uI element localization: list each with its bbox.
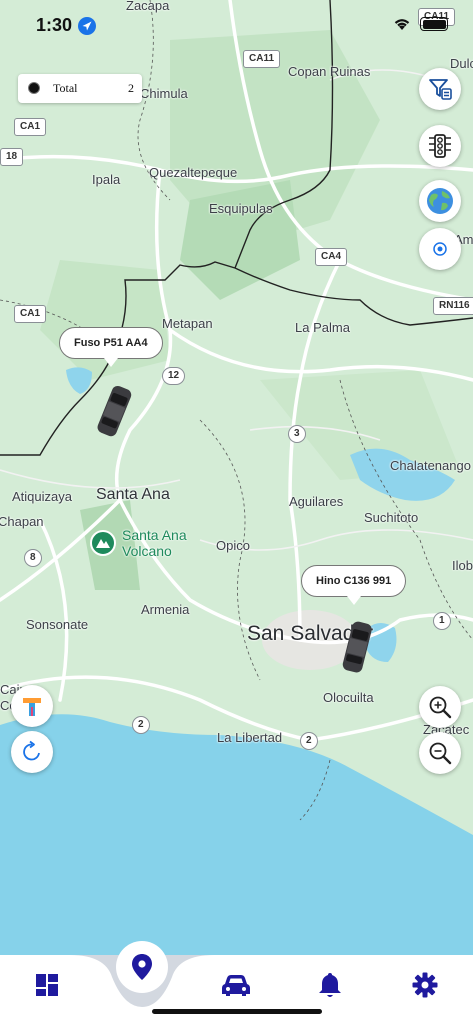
park-pin-icon bbox=[90, 530, 116, 556]
place-label: Dulce bbox=[450, 56, 473, 71]
place-label: Chimula bbox=[140, 86, 188, 101]
locate-button[interactable] bbox=[419, 228, 461, 270]
map-pin-icon bbox=[132, 954, 152, 980]
route-shield: 8 bbox=[24, 549, 42, 567]
callout-pointer bbox=[103, 358, 118, 367]
callout-pointer bbox=[346, 596, 361, 605]
vehicle-marker-car-icon[interactable] bbox=[92, 380, 136, 444]
legend-dot-icon bbox=[28, 82, 40, 94]
nav-tab-alerts[interactable] bbox=[312, 967, 348, 1003]
map-type-button[interactable] bbox=[419, 180, 461, 222]
route-shield: 3 bbox=[288, 425, 306, 443]
vehicle-name: Hino C136 991 bbox=[316, 575, 392, 587]
car-icon bbox=[222, 975, 250, 996]
status-bar: 1:30 bbox=[0, 0, 473, 50]
dashboard-icon bbox=[36, 974, 58, 996]
place-label: Chapan bbox=[0, 514, 44, 529]
route-shield: CA4 bbox=[315, 248, 348, 266]
place-label: Armenia bbox=[141, 602, 190, 617]
nav-tab-settings[interactable] bbox=[407, 967, 443, 1003]
legend-count: 2 bbox=[128, 81, 134, 95]
wifi-icon bbox=[394, 19, 410, 30]
t-logo-icon bbox=[23, 698, 41, 716]
bell-icon bbox=[319, 973, 341, 997]
route-shield: 1 bbox=[433, 612, 451, 630]
place-label: Esquipulas bbox=[209, 201, 273, 216]
refresh-button[interactable] bbox=[11, 731, 53, 773]
vehicle-name: Fuso P51 AA4 bbox=[74, 337, 148, 349]
zoom-in-button[interactable] bbox=[419, 686, 461, 728]
place-label: Ipala bbox=[92, 172, 121, 187]
map-view[interactable]: Zacapa Copan Ruinas Dulce Chimula Quezal… bbox=[0, 0, 473, 960]
place-label: Sonsonate bbox=[26, 617, 89, 632]
zoom-out-icon bbox=[429, 742, 452, 765]
nav-tab-dashboard[interactable] bbox=[29, 967, 65, 1003]
route-shield: 2 bbox=[132, 716, 150, 734]
traffic-button[interactable] bbox=[419, 125, 461, 167]
filter-button[interactable] bbox=[419, 68, 461, 110]
legend-label: Total bbox=[53, 81, 78, 95]
gear-icon bbox=[412, 972, 438, 998]
route-shield: RN116 bbox=[433, 297, 473, 315]
app-logo-button[interactable] bbox=[11, 685, 53, 727]
vehicle-marker-car-icon[interactable] bbox=[335, 616, 379, 680]
zoom-in-icon bbox=[429, 696, 452, 719]
nav-tab-vehicles[interactable] bbox=[218, 967, 254, 1003]
place-label: Atiquizaya bbox=[12, 489, 72, 504]
home-indicator bbox=[152, 1009, 322, 1014]
battery-icon bbox=[420, 17, 448, 31]
nav-tab-map[interactable] bbox=[116, 941, 168, 993]
place-label: Chalatenango bbox=[390, 458, 471, 473]
legend-box: Total 2 bbox=[18, 74, 142, 103]
route-shield: 2 bbox=[300, 732, 318, 750]
place-label: La Palma bbox=[295, 320, 350, 335]
place-label: Metapan bbox=[162, 316, 213, 331]
globe-icon bbox=[427, 188, 453, 214]
place-label: Opico bbox=[216, 538, 250, 553]
place-label-city: Santa Ana bbox=[96, 486, 170, 503]
park-label: Santa Ana Volcano bbox=[122, 527, 187, 559]
route-shield: CA1 bbox=[14, 118, 47, 136]
map-canvas bbox=[0, 0, 473, 960]
route-shield: 18 bbox=[0, 148, 24, 166]
place-label: Olocuilta bbox=[323, 690, 374, 705]
place-label: Ilob bbox=[452, 558, 473, 573]
route-shield: CA1 bbox=[14, 305, 47, 323]
zoom-out-button[interactable] bbox=[419, 732, 461, 774]
refresh-icon bbox=[23, 740, 40, 761]
place-label: Suchitoto bbox=[364, 510, 419, 525]
filter-icon bbox=[429, 79, 452, 100]
place-label: Copan Ruinas bbox=[288, 64, 371, 79]
route-shield: 12 bbox=[162, 367, 186, 385]
traffic-light-icon bbox=[429, 134, 451, 158]
place-label: Aguilares bbox=[289, 494, 344, 509]
vehicle-callout[interactable]: Fuso P51 AA4 bbox=[59, 327, 163, 367]
route-shield: CA11 bbox=[243, 50, 281, 68]
status-time: 1:30 bbox=[36, 15, 73, 35]
place-label: La Libertad bbox=[217, 730, 283, 745]
place-label: Quezaltepeque bbox=[149, 165, 238, 180]
location-arrow-icon bbox=[78, 17, 96, 35]
vehicle-callout[interactable]: Hino C136 991 bbox=[301, 565, 407, 605]
locate-icon bbox=[433, 242, 447, 256]
